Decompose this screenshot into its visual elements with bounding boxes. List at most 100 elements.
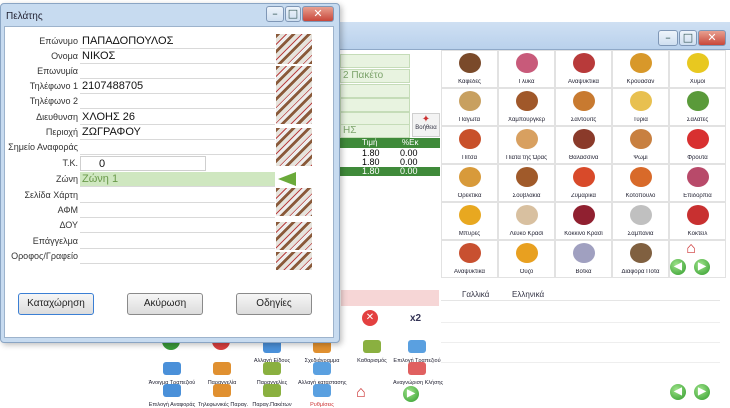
field-input[interactable]: [80, 94, 275, 109]
table-row-selected[interactable]: 1.80 0.00: [340, 167, 440, 176]
lang-greek[interactable]: Ελληνικά: [512, 290, 544, 299]
toolbar-button[interactable]: Αλλαγή καταστασης: [298, 362, 347, 386]
category-tile[interactable]: Ψωμί: [612, 126, 669, 164]
category-tile[interactable]: Ζυμαρικά: [555, 164, 612, 202]
main-maximize-button[interactable]: □: [679, 30, 697, 46]
field-label: Περιοχή: [45, 127, 78, 137]
category-tile[interactable]: Αναψυκτικά: [555, 50, 612, 88]
category-tile[interactable]: Σαμπάνια: [612, 202, 669, 240]
toolbar-button[interactable]: Παραγγελίες: [248, 362, 296, 386]
category-tile[interactable]: Επιδόρπια: [669, 164, 726, 202]
category-tile[interactable]: Παγωτά: [441, 88, 498, 126]
category-tile[interactable]: Ορεκτικά: [441, 164, 498, 202]
category-tile[interactable]: Κοκτέιλ: [669, 202, 726, 240]
field-label: Σημείο Αναφοράς: [8, 142, 78, 152]
home-icon[interactable]: ⌂: [676, 240, 706, 260]
category-icon: [630, 91, 652, 111]
toolbar-button[interactable]: Παραγ.Πακέτων: [248, 384, 296, 408]
packet-field[interactable]: 2 Πακέτο: [340, 69, 410, 83]
toolbar-button[interactable]: Επιλογή Αναφοράς: [148, 384, 196, 408]
table-row[interactable]: 1.80 0.00: [340, 149, 440, 158]
category-tile[interactable]: Λευκό Κρασί: [498, 202, 555, 240]
category-tile[interactable]: Σάντουιτς: [555, 88, 612, 126]
table-row[interactable]: 1.80 0.00: [340, 158, 440, 167]
category-icon: [630, 205, 652, 225]
help-button[interactable]: ✦ Βοήθεια: [412, 113, 440, 137]
field-input[interactable]: ΖΩΓΡΑΦΟΥ: [80, 125, 275, 140]
field-input[interactable]: [80, 234, 275, 249]
toolbar-button[interactable]: Αλλαγή Είδους: [248, 340, 296, 364]
lang-french[interactable]: Γαλλικά: [462, 290, 489, 299]
category-label: Λευκό Κρασί: [509, 231, 544, 237]
category-tile[interactable]: Βότκα: [555, 240, 612, 278]
category-tile[interactable]: Αναψυκτικά: [441, 240, 498, 278]
category-tile[interactable]: Χυμοί: [669, 50, 726, 88]
category-tile[interactable]: Φρούτα: [669, 126, 726, 164]
toolbar-icon: [213, 384, 231, 397]
category-tile[interactable]: Σουβλάκια: [498, 164, 555, 202]
category-label: Πίτσα: [461, 155, 478, 161]
toolbar-button[interactable]: Επιλογή Τραπεζιού: [393, 340, 441, 364]
category-icon: [516, 129, 538, 149]
field-input[interactable]: Ζώνη 1: [80, 172, 275, 187]
main-close-button[interactable]: ✕: [698, 30, 726, 46]
field-input[interactable]: [80, 64, 275, 79]
category-tile[interactable]: Κοτόπουλο: [612, 164, 669, 202]
toolbar-button[interactable]: Άνοιγμα Τραπεζιού: [148, 362, 196, 386]
category-tile[interactable]: Πίτσα: [441, 126, 498, 164]
toolbar-button[interactable]: Καθαρισμός: [348, 340, 396, 364]
next-page-button[interactable]: ▶: [694, 259, 710, 275]
category-tile[interactable]: Χάμπουργκερ: [498, 88, 555, 126]
category-tile[interactable]: Καφέδες: [441, 50, 498, 88]
field-input[interactable]: [80, 188, 275, 203]
main-minimize-button[interactable]: –: [658, 30, 678, 46]
delete-icon[interactable]: ✕: [362, 310, 378, 326]
field-input[interactable]: [80, 218, 275, 233]
category-tile[interactable]: Πιάτα της Ώρας: [498, 126, 555, 164]
category-tile[interactable]: Τυριά: [612, 88, 669, 126]
bg-field[interactable]: [340, 54, 410, 68]
toolbar-button[interactable]: Σχεδιάγραμμα: [298, 340, 346, 364]
category-tile[interactable]: Σαλάτες: [669, 88, 726, 126]
next-button-bottom[interactable]: ▶: [694, 384, 710, 400]
toolbar-button[interactable]: Ρυθμίσεις: [298, 384, 346, 408]
next-button[interactable]: ▶: [403, 386, 419, 402]
bg-field[interactable]: [340, 84, 410, 98]
category-tile[interactable]: Θαλασσινά: [555, 126, 612, 164]
prev-button-bottom[interactable]: ◀: [670, 384, 686, 400]
field-input[interactable]: ΠΑΠΑΔΟΠΟΥΛΟΣ: [80, 34, 275, 49]
field-input[interactable]: 2107488705: [80, 79, 275, 94]
toolbar-button[interactable]: Παραγγελία: [198, 362, 246, 386]
toolbar-button[interactable]: Τηλεφωνικές Παραγ.: [198, 384, 248, 408]
category-icon: [687, 167, 709, 187]
category-icon: [630, 129, 652, 149]
field-label: Σελίδα Χάρτη: [24, 190, 78, 200]
field-input[interactable]: ΝΙΚΟΣ: [80, 49, 275, 64]
bg-field[interactable]: [340, 98, 410, 112]
field-label: Τ.Κ.: [62, 158, 78, 168]
dialog-minimize-button[interactable]: –: [266, 6, 284, 22]
dialog-close-button[interactable]: ✕: [302, 6, 334, 22]
category-tile[interactable]: Μπύρες: [441, 202, 498, 240]
cancel-button[interactable]: Ακύρωση: [127, 293, 203, 315]
toolbar-label: Ρυθμίσεις: [310, 402, 334, 408]
dialog-maximize-button[interactable]: □: [285, 6, 301, 22]
field-input[interactable]: [80, 140, 275, 155]
category-tile[interactable]: Γλυκά: [498, 50, 555, 88]
field-input[interactable]: [80, 203, 275, 218]
field-input[interactable]: 0: [80, 156, 206, 171]
hs-field[interactable]: ΗΣ: [340, 124, 410, 138]
cell-price: 1.80: [362, 166, 380, 176]
home-icon[interactable]: ⌂: [356, 384, 366, 402]
field-input[interactable]: ΧΛΟΗΣ 26: [80, 110, 275, 125]
field-input[interactable]: [80, 249, 275, 264]
toolbar-button[interactable]: Αναγνώριση Κλήσης: [393, 362, 443, 386]
category-tile[interactable]: Ούζο: [498, 240, 555, 278]
category-tile[interactable]: Κρουασάν: [612, 50, 669, 88]
category-tile[interactable]: Κόκκινο Κρασί: [555, 202, 612, 240]
directions-button[interactable]: Οδηγίες: [236, 293, 312, 315]
save-button[interactable]: Καταχώρηση: [18, 293, 94, 315]
prev-page-button[interactable]: ◀: [670, 259, 686, 275]
x2-button[interactable]: x2: [410, 313, 421, 324]
category-tile[interactable]: Διάφορα Ποτά: [612, 240, 669, 278]
